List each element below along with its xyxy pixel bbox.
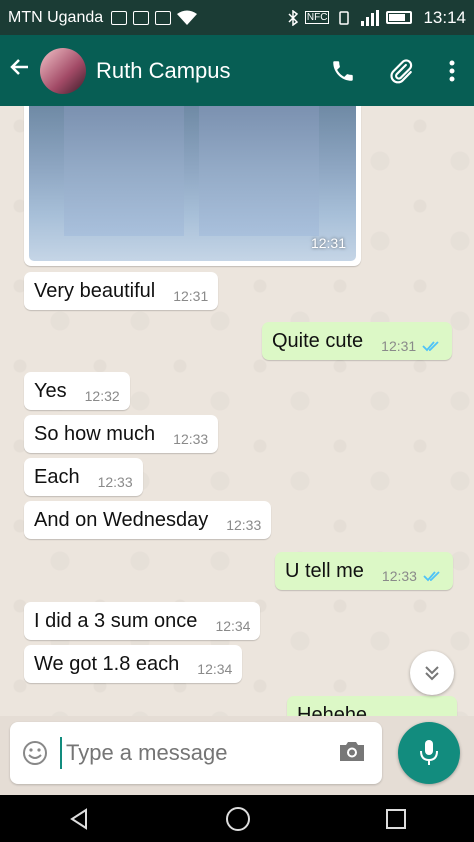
nfc-icon: NFC: [304, 11, 330, 24]
gallery-notification-icon: [111, 10, 128, 25]
message-time: 12:33: [381, 568, 417, 584]
voice-message-button[interactable]: [398, 722, 460, 784]
message-time: 12:31: [173, 288, 209, 304]
message-time: 12:34: [215, 618, 251, 634]
signal-icon: [361, 9, 380, 26]
message-incoming[interactable]: I did a 3 sum once 12:34: [24, 602, 261, 640]
message-incoming[interactable]: We got 1.8 each 12:34: [24, 645, 243, 683]
message-time: 12:33: [226, 517, 262, 533]
shared-photo[interactable]: 12:31: [29, 106, 356, 261]
gmail-notification-icon: [155, 10, 172, 25]
message-text: Yes: [34, 379, 67, 402]
message-time: 12:33: [173, 431, 209, 447]
message-text: So how much: [34, 422, 156, 445]
avatar[interactable]: [40, 47, 86, 94]
message-time: 12:31: [310, 235, 346, 251]
double-chevron-down-icon: [425, 666, 439, 681]
nav-recents-icon[interactable]: [385, 808, 407, 830]
system-navigation-bar: [0, 795, 474, 842]
vibrate-icon: [339, 10, 350, 25]
phone-icon: [333, 60, 353, 81]
paperclip-icon: [390, 58, 413, 83]
message-outgoing[interactable]: Quite cute 12:31: [262, 322, 453, 360]
message-outgoing[interactable]: Hehehe: [287, 696, 457, 716]
read-receipt-icon: [422, 341, 439, 352]
status-bar: MTN Uganda NFC 13:14: [0, 0, 474, 35]
more-options-button[interactable]: [430, 42, 474, 100]
message-time: 12:34: [197, 661, 233, 677]
read-receipt-icon: [423, 571, 440, 582]
call-button[interactable]: [314, 42, 372, 100]
chat-header: Ruth Campus: [0, 35, 474, 106]
message-text: Very beautiful: [34, 279, 156, 302]
message-text: Hehehe: [297, 703, 368, 717]
message-time: 12:33: [97, 474, 133, 490]
more-vert-icon: [449, 60, 455, 81]
message-text: Each: [34, 465, 80, 488]
nav-back-icon[interactable]: [67, 807, 91, 831]
message-composer: [10, 722, 382, 784]
message-text: And on Wednesday: [34, 508, 209, 531]
microphone-icon: [420, 740, 438, 765]
message-text: Quite cute: [272, 329, 364, 352]
back-button[interactable]: [0, 55, 40, 86]
clock: 13:14: [423, 7, 466, 27]
camera-icon: [340, 741, 364, 761]
attach-button[interactable]: [372, 42, 430, 100]
carrier-name: MTN Uganda: [8, 8, 104, 26]
emoji-icon: [23, 741, 47, 765]
message-incoming[interactable]: So how much 12:33: [24, 415, 219, 453]
message-text: I did a 3 sum once: [34, 609, 198, 632]
chat-area[interactable]: 12:31 Very beautiful 12:31 Quite cute 12…: [0, 106, 474, 716]
text-cursor: [60, 737, 62, 769]
message-text: We got 1.8 each: [34, 652, 180, 675]
camera-button[interactable]: [338, 739, 366, 768]
image-message[interactable]: 12:31: [24, 106, 361, 266]
message-incoming[interactable]: And on Wednesday 12:33: [24, 501, 272, 539]
back-arrow-icon: [10, 59, 28, 75]
message-incoming[interactable]: Yes 12:32: [24, 372, 130, 410]
nav-home-icon[interactable]: [225, 806, 251, 832]
emoji-button[interactable]: [10, 740, 60, 766]
message-text: U tell me: [285, 559, 364, 582]
battery-icon: [386, 11, 413, 24]
scroll-to-bottom-button[interactable]: [410, 651, 454, 695]
message-time: 12:31: [381, 338, 417, 354]
contact-name[interactable]: Ruth Campus: [96, 58, 231, 84]
bluetooth-icon: [288, 9, 298, 26]
message-input[interactable]: [64, 739, 318, 767]
message-incoming[interactable]: Each 12:33: [24, 458, 143, 496]
message-outgoing[interactable]: U tell me 12:33: [275, 552, 453, 590]
wifi-icon: [177, 10, 198, 25]
message-time: 12:32: [84, 388, 120, 404]
message-incoming[interactable]: Very beautiful 12:31: [24, 272, 219, 310]
email-notification-icon: [133, 10, 150, 25]
